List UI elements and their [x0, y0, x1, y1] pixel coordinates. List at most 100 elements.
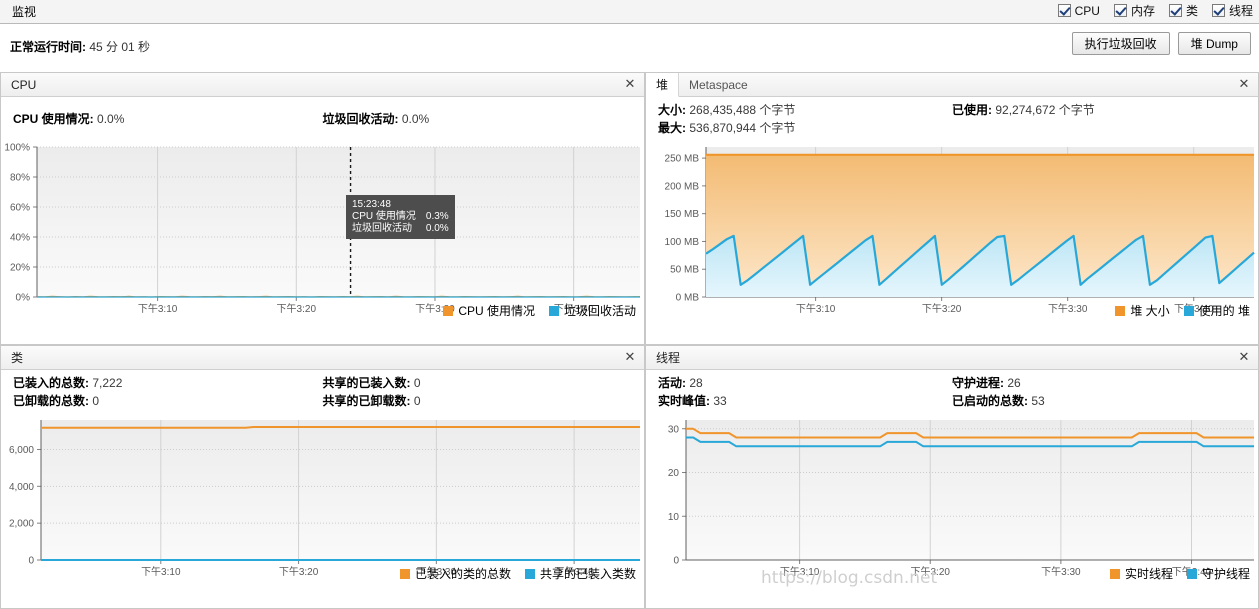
legend-label-heap-size: 堆 大小 — [1130, 304, 1170, 318]
threads-peak-label: 实时峰值: — [658, 394, 710, 408]
classes-chart-svg: 02,0004,0006,000下午3:10 下午3:20 下午3:30 下午3:40 — [9, 420, 640, 578]
classes-panel-title: 类 — [11, 351, 24, 365]
legend-label-heap-used: 使用的 堆 — [1198, 304, 1250, 318]
cpu-chart[interactable]: 0% 20% 40% 60% 80% 100% 下午3:10 下午3:20 下午3:30 下午3:… — [1, 143, 644, 323]
heap-dump-button[interactable]: 堆 Dump — [1177, 32, 1251, 55]
threads-panel-title: 线程 — [656, 351, 681, 365]
legend-swatch-blue-icon — [1186, 568, 1197, 579]
legend-label-daemon-threads: 守护线程 — [1201, 567, 1250, 581]
classes-chart[interactable]: 0 2,000 4,000 6,000 下午3:10 下午3:20 下午3:30 下午3:40… — [1, 416, 644, 586]
checkbox-cpu-icon[interactable] — [1057, 4, 1071, 17]
heap-used-stat: 已使用: 92,274,672 个字节 — [952, 101, 1095, 118]
tab-metaspace[interactable]: Metaspace — [679, 73, 758, 96]
checkbox-classes-icon[interactable] — [1168, 4, 1182, 17]
threads-started-value: 53 — [1031, 394, 1045, 408]
heap-size-stat: 大小: 268,435,488 个字节 — [658, 101, 795, 118]
cpu-stats: CPU 使用情况: 0.0% 垃圾回收活动: 0.0% — [1, 97, 644, 143]
legend-item-heap-size[interactable]: 堆 大小 — [1115, 302, 1170, 319]
legend-label-live-threads: 实时线程 — [1124, 567, 1173, 581]
close-icon[interactable]: ✕ — [1237, 350, 1251, 364]
svg-text:下午3:20: 下午3:20 — [277, 302, 317, 315]
classes-shared-unloaded-stat: 共享的已卸载数: 0 — [323, 392, 421, 409]
gc-activity-stat: 垃圾回收活动: 0.0% — [323, 110, 430, 127]
cpu-chart-svg: 0%20%40%60%80%100%下午3:10 下午3:20 下午3:30 下午3:… — [4, 143, 641, 315]
threads-chart-legend: 实时线程 守护线程 — [1109, 565, 1250, 582]
toggle-cpu-label: CPU — [1074, 3, 1100, 18]
toggle-memory-label: 内存 — [1130, 4, 1155, 18]
toggle-classes[interactable]: 类 — [1168, 2, 1198, 19]
svg-text:下午3:20: 下午3:20 — [922, 302, 962, 315]
cpu-chart-tooltip: 15:23:48 CPU 使用情况 0.3% 垃圾回收活动 0.0% — [346, 195, 455, 239]
svg-text:20%: 20% — [10, 263, 30, 274]
svg-text:50 MB: 50 MB — [670, 265, 699, 276]
svg-text:80%: 80% — [10, 173, 30, 184]
heap-chart-legend: 堆 大小 使用的 堆 — [1115, 302, 1250, 319]
legend-item-daemon-threads[interactable]: 守护线程 — [1186, 565, 1250, 582]
tab-monitor[interactable]: 监视 — [8, 1, 44, 23]
heap-chart-svg: 0 MB 50 MB 100 MB 150 MB 200 MB 250 MB 下午3:10 下… — [665, 147, 1255, 315]
svg-text:30: 30 — [668, 424, 680, 435]
threads-chart[interactable]: 0102030下午3:10下午3:20下午3:30下午3:40 https://… — [646, 416, 1258, 588]
legend-swatch-orange-icon — [443, 305, 454, 316]
classes-shared-loaded-stat: 共享的已装入数: 0 — [323, 374, 421, 391]
tab-heap[interactable]: 堆 — [646, 73, 680, 97]
threads-panel: 线程 ✕ 活动: 28 实时峰值: 33 守护进程: 26 已启动的总数: 53… — [645, 345, 1259, 609]
classes-stats: 已装入的总数: 7,222 已卸载的总数: 0 共享的已装入数: 0 共享的已卸… — [1, 370, 644, 416]
heap-chart[interactable]: 0 MB 50 MB 100 MB 150 MB 200 MB 250 MB 下午3:10 下… — [646, 143, 1258, 323]
toggle-memory[interactable]: 内存 — [1113, 2, 1155, 19]
threads-peak-stat: 实时峰值: 33 — [658, 392, 727, 409]
legend-label-classes-shared: 共享的已装入类数 — [539, 567, 636, 581]
classes-shared-loaded-label: 共享的已装入数: — [322, 376, 411, 390]
classes-unloaded-total-stat: 已卸载的总数: 0 — [13, 392, 99, 409]
legend-item-heap-used[interactable]: 使用的 堆 — [1183, 302, 1250, 319]
legend-item-classes-loaded[interactable]: 已装入的类的总数 — [399, 565, 511, 582]
classes-panel: 类 ✕ 已装入的总数: 7,222 已卸载的总数: 0 共享的已装入数: 0 共… — [0, 345, 645, 609]
legend-item-gc-activity[interactable]: 垃圾回收活动 — [548, 302, 636, 319]
classes-shared-unloaded-value: 0 — [413, 394, 421, 408]
legend-swatch-blue-icon — [1183, 305, 1194, 316]
uptime-label: 正常运行时间: — [10, 40, 86, 54]
svg-text:20: 20 — [668, 468, 680, 479]
checkbox-threads-icon[interactable] — [1211, 4, 1225, 17]
top-tab-bar: 监视 CPU 内存 类 线程 — [0, 0, 1259, 24]
toggle-cpu[interactable]: CPU — [1057, 3, 1100, 18]
threads-daemon-value: 26 — [1007, 376, 1021, 390]
threads-daemon-label: 守护进程: — [952, 376, 1004, 390]
classes-loaded-total-stat: 已装入的总数: 7,222 — [13, 374, 122, 391]
close-icon[interactable]: ✕ — [1237, 77, 1251, 91]
classes-unloaded-total-value: 0 — [92, 394, 100, 408]
svg-text:0: 0 — [673, 556, 679, 567]
legend-label-cpu-usage: CPU 使用情况 — [458, 304, 535, 318]
checkbox-memory-icon[interactable] — [1113, 4, 1127, 17]
svg-text:下午3:10: 下午3:10 — [796, 302, 836, 315]
cpu-panel: CPU ✕ CPU 使用情况: 0.0% 垃圾回收活动: 0.0% 0% 20% 4… — [0, 72, 645, 345]
legend-item-classes-shared[interactable]: 共享的已装入类数 — [524, 565, 636, 582]
toggle-threads-label: 线程 — [1228, 4, 1253, 18]
panel-grid: CPU ✕ CPU 使用情况: 0.0% 垃圾回收活动: 0.0% 0% 20% 4… — [0, 72, 1259, 609]
perform-gc-button[interactable]: 执行垃圾回收 — [1071, 32, 1170, 55]
legend-item-cpu-usage[interactable]: CPU 使用情况 — [443, 302, 535, 319]
legend-label-classes-loaded: 已装入的类的总数 — [414, 567, 511, 581]
close-icon[interactable]: ✕ — [623, 77, 637, 91]
svg-text:4,000: 4,000 — [9, 482, 34, 493]
heap-size-label: 大小: — [658, 103, 686, 117]
heap-max-stat: 最大: 536,870,944 个字节 — [658, 119, 795, 136]
toggle-threads[interactable]: 线程 — [1211, 2, 1253, 19]
cpu-usage-value: 0.0% — [97, 112, 125, 126]
svg-text:6,000: 6,000 — [9, 445, 34, 456]
legend-item-live-threads[interactable]: 实时线程 — [1109, 565, 1173, 582]
threads-live-label: 活动: — [658, 376, 686, 390]
svg-text:100 MB: 100 MB — [665, 237, 700, 248]
tooltip-row-cpu: CPU 使用情况 0.3% — [352, 211, 449, 223]
svg-text:40%: 40% — [10, 233, 30, 244]
gc-activity-value: 0.0% — [401, 112, 430, 126]
svg-text:200 MB: 200 MB — [665, 181, 700, 192]
svg-text:下午3:10: 下午3:10 — [141, 565, 181, 578]
heap-max-label: 最大: — [658, 121, 686, 135]
cpu-usage-label: CPU 使用情况: — [13, 112, 94, 126]
svg-text:0: 0 — [28, 556, 34, 567]
classes-unloaded-total-label: 已卸载的总数: — [13, 394, 89, 408]
tooltip-gc-value: 0.0% — [425, 223, 449, 234]
close-icon[interactable]: ✕ — [623, 350, 637, 364]
heap-max-value: 536,870,944 个字节 — [689, 121, 796, 135]
